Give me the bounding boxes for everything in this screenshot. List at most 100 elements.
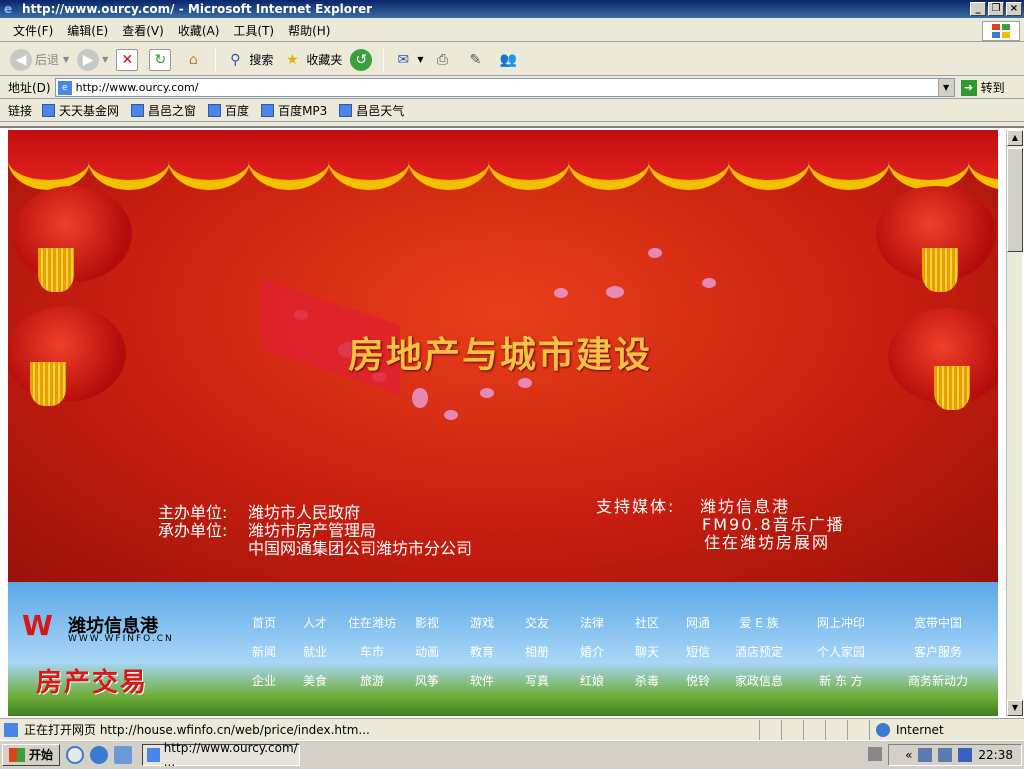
nav-link[interactable]: 宽带中国 xyxy=(890,614,986,631)
nav-link[interactable]: 企业 xyxy=(238,672,290,689)
edit-button[interactable]: ✎ xyxy=(461,46,494,74)
nav-link[interactable]: 车市 xyxy=(340,643,404,660)
nav-link[interactable]: 新 东 方 xyxy=(792,672,890,689)
menu-help[interactable]: 帮助(H) xyxy=(281,22,337,39)
scroll-up-icon[interactable]: ▲ xyxy=(1007,130,1023,146)
mail-icon: ✉ xyxy=(397,51,410,68)
network-icon[interactable] xyxy=(938,748,953,762)
nav-link[interactable]: 交友 xyxy=(514,614,560,631)
nav-link[interactable]: 酒店预定 xyxy=(726,643,792,660)
nav-link[interactable]: 动画 xyxy=(404,643,450,660)
taskbar-window-button[interactable]: http://www.ourcy.com/ ... xyxy=(142,741,301,769)
scroll-down-icon[interactable]: ▼ xyxy=(1007,700,1023,716)
petal-decoration xyxy=(518,378,532,388)
nav-link[interactable]: 美食 xyxy=(290,672,340,689)
scroll-thumb[interactable] xyxy=(1007,148,1023,252)
home-button[interactable]: ⌂ xyxy=(178,46,211,74)
ie-quicklaunch-icon[interactable] xyxy=(90,745,109,764)
link-item[interactable]: 百度 xyxy=(208,102,249,119)
status-cell xyxy=(782,719,804,740)
maximize-button[interactable]: ❐ xyxy=(988,2,1004,16)
nav-link[interactable]: 网上冲印 xyxy=(792,614,890,631)
nav-link[interactable]: 新闻 xyxy=(238,643,290,660)
system-tray: « 22:38 xyxy=(888,744,1022,766)
nav-link[interactable]: 客户服务 xyxy=(890,643,986,660)
tassel-icon xyxy=(38,248,74,292)
menu-edit[interactable]: 编辑(E) xyxy=(60,22,115,39)
nav-link[interactable]: 人才 xyxy=(290,614,340,631)
event-banner[interactable]: 房地产与城市建设 主办单位: 潍坊市人民政府 承办单位: 潍坊市房产管理局 中国… xyxy=(8,130,998,582)
nav-link[interactable]: 写真 xyxy=(514,672,560,689)
nav-link[interactable]: 游戏 xyxy=(450,614,514,631)
address-dropdown-icon[interactable]: ▼ xyxy=(937,79,954,96)
nav-link[interactable]: 聊天 xyxy=(624,643,670,660)
ie-icon xyxy=(147,747,160,762)
nav-link[interactable]: 住在潍坊 xyxy=(340,614,404,631)
minimize-button[interactable]: _ xyxy=(970,2,986,16)
refresh-button[interactable]: ↻ xyxy=(145,46,178,74)
print-button[interactable]: ⎙ xyxy=(428,46,461,74)
forward-dropdown-icon[interactable]: ▼ xyxy=(102,55,108,64)
favorites-button[interactable]: ★ 收藏夹 xyxy=(277,46,346,74)
globe-icon xyxy=(876,722,890,737)
history-button[interactable]: ↺ xyxy=(346,46,379,74)
start-button[interactable]: 开始 xyxy=(2,743,61,766)
mail-button[interactable]: ✉ ▼ xyxy=(388,46,427,74)
nav-row: 首页 人才 住在潍坊 影视 游戏 交友 法律 社区 网通 爱 E 族 网上冲印 … xyxy=(238,614,986,631)
nav-link[interactable]: 爱 E 族 xyxy=(726,614,792,631)
shield-icon[interactable] xyxy=(958,748,973,762)
history-icon: ↺ xyxy=(350,48,373,71)
close-button[interactable]: × xyxy=(1006,2,1022,16)
back-dropdown-icon[interactable]: ▼ xyxy=(63,55,69,64)
nav-link[interactable]: 红娘 xyxy=(560,672,624,689)
show-desktop-icon[interactable] xyxy=(114,745,133,764)
tray-expand-icon[interactable]: « xyxy=(905,748,912,762)
page-icon xyxy=(131,104,145,117)
back-button[interactable]: ◀ 后退 ▼ xyxy=(6,46,73,74)
search-button[interactable]: ⚲ 搜索 xyxy=(220,46,277,74)
nav-link[interactable]: 社区 xyxy=(624,614,670,631)
network-icon[interactable] xyxy=(918,748,933,762)
organizer-label: 主办单位: xyxy=(158,503,228,522)
nav-link[interactable]: 网通 xyxy=(670,614,726,631)
link-item[interactable]: 百度MP3 xyxy=(261,102,327,119)
nav-link[interactable]: 风筝 xyxy=(404,672,450,689)
link-item[interactable]: 昌邑天气 xyxy=(339,102,404,119)
nav-link[interactable]: 就业 xyxy=(290,643,340,660)
nav-link[interactable]: 软件 xyxy=(450,672,514,689)
nav-link[interactable]: 旅游 xyxy=(340,672,404,689)
nav-link[interactable]: 首页 xyxy=(238,614,290,631)
stop-button[interactable]: ✕ xyxy=(112,46,145,74)
forward-button[interactable]: ▶ ▼ xyxy=(73,46,112,74)
portal-logo[interactable]: W 潍坊信息港 WWW.WFINFO.CN 房产交易 xyxy=(22,612,172,699)
nav-link[interactable]: 杀毒 xyxy=(624,672,670,689)
window-title: http://www.ourcy.com/ - Microsoft Intern… xyxy=(22,2,373,16)
clock[interactable]: 22:38 xyxy=(978,748,1013,762)
link-item[interactable]: 天天基金网 xyxy=(42,102,119,119)
nav-link[interactable]: 短信 xyxy=(670,643,726,660)
messenger-button[interactable]: 👥 xyxy=(494,46,527,74)
address-input[interactable]: e http://www.ourcy.com/ ▼ xyxy=(54,78,955,97)
keyboard-icon[interactable] xyxy=(868,747,882,761)
link-item[interactable]: 昌邑之窗 xyxy=(131,102,196,119)
nav-link[interactable]: 悦铃 xyxy=(670,672,726,689)
go-button[interactable]: ➜ 转到 xyxy=(960,79,1005,96)
title-bar: e http://www.ourcy.com/ - Microsoft Inte… xyxy=(0,0,1024,18)
vertical-scrollbar[interactable]: ▲ ▼ xyxy=(1006,130,1023,716)
media-player-icon[interactable] xyxy=(66,745,85,764)
nav-link[interactable]: 商务新动力 xyxy=(890,672,986,689)
nav-link[interactable]: 相册 xyxy=(514,643,560,660)
menu-favorites[interactable]: 收藏(A) xyxy=(171,22,227,39)
nav-link[interactable]: 个人家园 xyxy=(792,643,890,660)
curtain-drape xyxy=(88,130,170,190)
menu-file[interactable]: 文件(F) xyxy=(6,22,60,39)
nav-link[interactable]: 婚介 xyxy=(560,643,624,660)
nav-link[interactable]: 法律 xyxy=(560,614,624,631)
nav-link[interactable]: 家政信息 xyxy=(726,672,792,689)
menu-view[interactable]: 查看(V) xyxy=(115,22,171,39)
nav-link[interactable]: 影视 xyxy=(404,614,450,631)
page-icon: e xyxy=(57,80,72,95)
menu-tools[interactable]: 工具(T) xyxy=(226,22,281,39)
nav-link[interactable]: 教育 xyxy=(450,643,514,660)
mail-dropdown-icon[interactable]: ▼ xyxy=(417,55,423,64)
